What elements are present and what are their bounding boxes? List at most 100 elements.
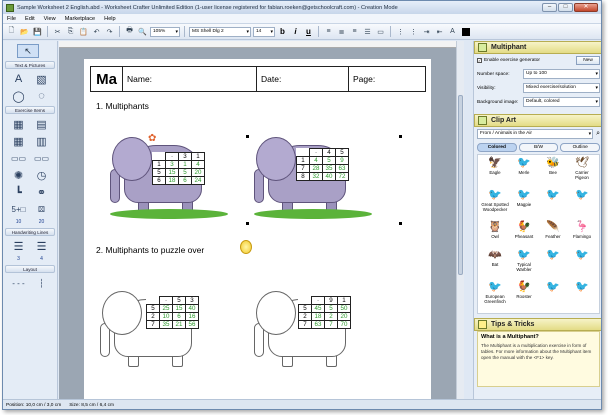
multiphant-cell[interactable]: 7: [298, 320, 312, 329]
background-select[interactable]: Default, colored: [523, 97, 600, 107]
indent-icon[interactable]: ⇥: [421, 26, 432, 37]
copy-icon[interactable]: ⎘: [65, 26, 76, 37]
multiphant-cell[interactable]: 3: [165, 160, 179, 169]
clipart-item[interactable]: 🐦: [568, 281, 596, 311]
multiphant-cell[interactable]: ·: [311, 296, 325, 305]
multiphant-cell[interactable]: 40: [185, 304, 199, 313]
multiphant-icon[interactable]: ▥: [32, 134, 51, 148]
close-button[interactable]: ✕: [574, 3, 598, 12]
multiphant-cell[interactable]: 40: [322, 172, 336, 181]
redo-icon[interactable]: ↷: [104, 26, 115, 37]
bullet-list-icon[interactable]: ⋮: [395, 26, 406, 37]
numbered-list-icon[interactable]: ⋮: [408, 26, 419, 37]
multiphant-cell[interactable]: 7: [324, 320, 338, 329]
document-canvas[interactable]: Ma Name: Date: Page: 1. Multiphants ✿ · 3…: [59, 41, 464, 399]
multiphant-cell[interactable]: 20: [191, 168, 205, 177]
coins-icon[interactable]: ⚭: [32, 185, 51, 199]
multiphant-cell[interactable]: 5: [146, 304, 160, 313]
menu-view[interactable]: View: [44, 16, 56, 22]
multiphant-cell[interactable]: 4: [309, 156, 323, 165]
clock-icon[interactable]: ◷: [32, 168, 51, 182]
multiphant-cell[interactable]: 72: [335, 172, 349, 181]
scroll-thumb[interactable]: [458, 95, 463, 275]
multiphant-cell[interactable]: 2: [146, 312, 160, 321]
outdent-icon[interactable]: ⇤: [434, 26, 445, 37]
multiphant-cell[interactable]: 3: [185, 296, 199, 305]
paste-icon[interactable]: 📋: [78, 26, 89, 37]
menu-help[interactable]: Help: [104, 16, 116, 22]
worksheet-page[interactable]: Ma Name: Date: Page: 1. Multiphants ✿ · 3…: [84, 59, 431, 399]
number-line-20[interactable]: 20: [32, 219, 51, 225]
clipart-item[interactable]: 🦇 Bat: [481, 249, 509, 279]
multiphant-cell[interactable]: 35: [322, 164, 336, 173]
tab-bw[interactable]: B/W: [518, 143, 559, 152]
multiphant-cell[interactable]: 1: [152, 160, 166, 169]
multiphant-cell[interactable]: 15: [172, 304, 186, 313]
open-folder-icon[interactable]: 📂: [19, 26, 30, 37]
number-line-10[interactable]: 10: [9, 219, 28, 225]
maximize-button[interactable]: □: [558, 3, 573, 12]
lines-count-3[interactable]: 3: [9, 256, 28, 262]
bold-button[interactable]: b: [277, 27, 288, 36]
speech-bubble-icon[interactable]: ◯: [9, 89, 28, 103]
multiphant-cell[interactable]: 5: [152, 168, 166, 177]
multiphant-cell[interactable]: ·: [165, 152, 179, 161]
clipart-category-select[interactable]: From / Animals in the Air: [477, 129, 594, 139]
multiphant-cell[interactable]: 20: [337, 312, 351, 321]
lines-count-4[interactable]: 4: [32, 256, 51, 262]
line-spacing-icon[interactable]: ▭: [375, 26, 386, 37]
domino-icon[interactable]: ▭▭: [32, 151, 51, 165]
lines-icon[interactable]: ☰: [9, 239, 28, 253]
text-color-icon[interactable]: A: [447, 26, 458, 37]
clipart-item[interactable]: 🦅 Eagle: [481, 157, 509, 187]
multiphant-cell[interactable]: 5: [298, 304, 312, 313]
visibility-select[interactable]: Mixed exercise/solution: [523, 83, 600, 93]
multiphant-cell[interactable]: ·: [159, 296, 173, 305]
grid-icon[interactable]: ▤: [32, 117, 51, 131]
align-center-icon[interactable]: ≣: [336, 26, 347, 37]
date-field[interactable]: Date:: [257, 67, 349, 91]
multiphant-cell[interactable]: 18: [165, 176, 179, 185]
section-layout[interactable]: Layout: [5, 265, 55, 273]
multiphant-cell[interactable]: 25: [159, 304, 173, 313]
align-left-icon[interactable]: ≡: [323, 26, 334, 37]
clipart-item[interactable]: 🐦: [539, 189, 567, 219]
multiphant-cell[interactable]: 32: [309, 172, 323, 181]
clipart-item[interactable]: 🐦: [539, 249, 567, 279]
horizontal-divider-icon[interactable]: - - -: [9, 276, 28, 290]
multiphant-cell[interactable]: 5: [324, 304, 338, 313]
clipart-item[interactable]: 🐓 Pheasant: [510, 221, 538, 246]
cut-icon[interactable]: ✂: [52, 26, 63, 37]
multiphant-cell[interactable]: 6: [172, 312, 186, 321]
print-icon[interactable]: 🖶: [124, 26, 135, 37]
undo-icon[interactable]: ↶: [91, 26, 102, 37]
multiphant-cell[interactable]: 2: [298, 312, 312, 321]
multiphant-cell[interactable]: 9: [335, 156, 349, 165]
multiphant-cell[interactable]: 5: [322, 156, 336, 165]
multiphant-cell[interactable]: 63: [335, 164, 349, 173]
multiphant-cell[interactable]: 5: [178, 168, 192, 177]
multiphant-4-table[interactable]: · 9 1 5 45 5 50 2 18 2 20 7 63 7 70: [298, 296, 351, 329]
multiphant-cell[interactable]: 1: [191, 152, 205, 161]
picture-icon[interactable]: ▧: [32, 72, 51, 86]
italic-button[interactable]: i: [290, 27, 301, 36]
multiphant-cell[interactable]: 56: [185, 320, 199, 329]
tab-outline[interactable]: Outline: [560, 143, 601, 152]
dice-icon[interactable]: ⚄: [32, 202, 51, 216]
new-file-icon[interactable]: 🗋: [6, 26, 17, 37]
selection-handle[interactable]: [246, 222, 249, 225]
number-space-select[interactable]: Up to 100: [523, 69, 600, 79]
multiphant-cell[interactable]: 24: [191, 176, 205, 185]
multiphant-cell[interactable]: 2: [324, 312, 338, 321]
menu-file[interactable]: File: [7, 16, 16, 22]
align-right-icon[interactable]: ≡: [349, 26, 360, 37]
multiphant-cell[interactable]: 7: [146, 320, 160, 329]
clipart-item[interactable]: 🐦: [568, 249, 596, 279]
multiphant-cell[interactable]: 15: [165, 168, 179, 177]
section-text-pictures[interactable]: Text & Pictures: [5, 61, 55, 69]
clipart-item[interactable]: 🐦 Typical Warbler: [510, 249, 538, 279]
select-pointer-icon[interactable]: ↖: [17, 44, 39, 58]
multiphant-cell[interactable]: 50: [337, 304, 351, 313]
number-wheel-icon[interactable]: ✺: [9, 168, 28, 182]
clipart-item[interactable]: 🐦 European Greenfinch: [481, 281, 509, 311]
